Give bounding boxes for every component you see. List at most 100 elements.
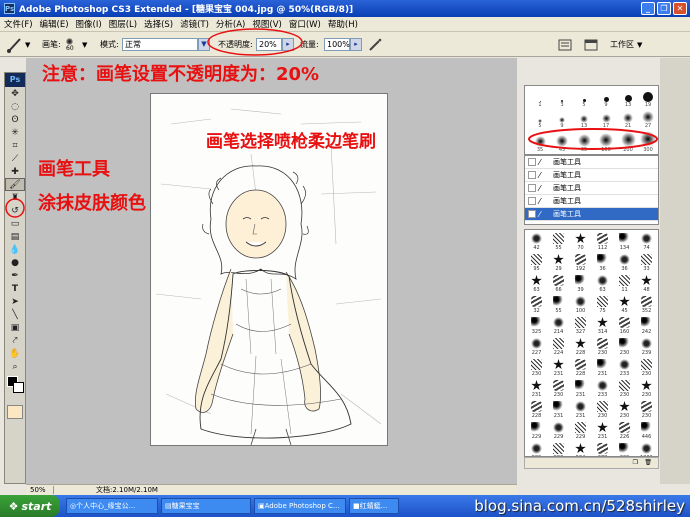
brush-grid-cell[interactable]: 583: [549, 442, 568, 456]
zoom-tool-icon[interactable]: ⌕: [5, 360, 25, 373]
brush-grid-cell[interactable]: 29: [549, 253, 568, 272]
preset-item[interactable]: ⁄ 画笔工具: [525, 169, 658, 182]
brush-tip-soft-5[interactable]: 5: [530, 109, 550, 129]
brush-grid-cell[interactable]: 233: [615, 358, 634, 377]
brush-grid-cell[interactable]: 231: [549, 358, 568, 377]
brush-grid-cell[interactable]: 228: [527, 400, 546, 419]
taskbar-item-browser[interactable]: ◎ 个人中心_缘宝公...: [66, 498, 158, 514]
notes-icon[interactable]: ▣: [5, 321, 25, 334]
brush-grid-cell[interactable]: 70: [571, 232, 590, 251]
move-tool-icon[interactable]: ✥: [5, 87, 25, 100]
brush-grid-cell[interactable]: 589: [527, 442, 546, 456]
background-color[interactable]: [13, 382, 24, 393]
quick-mask-swatch[interactable]: [7, 405, 23, 419]
brush-grid-cell[interactable]: 230: [615, 337, 634, 356]
lasso-tool-icon[interactable]: ʘ: [5, 113, 25, 126]
brush-grid-cell[interactable]: 231: [571, 379, 590, 398]
brush-grid-cell[interactable]: 48: [637, 274, 656, 293]
brush-tool-icon[interactable]: 🖌: [5, 178, 25, 191]
brush-grid-cell[interactable]: 678: [593, 442, 612, 456]
brush-tip-13[interactable]: 13: [618, 88, 638, 108]
color-swatches[interactable]: [5, 373, 25, 403]
brush-grid-cell[interactable]: 231: [593, 358, 612, 377]
brush-tip-1[interactable]: 1: [530, 88, 550, 108]
brush-tip-3[interactable]: 3: [552, 88, 572, 108]
type-tool-icon[interactable]: T: [5, 282, 25, 295]
brush-grid-cell[interactable]: 226: [615, 421, 634, 440]
brush-tip-soft-27[interactable]: 27: [638, 109, 658, 129]
brush-tip-9[interactable]: 9: [596, 88, 616, 108]
magic-wand-icon[interactable]: ✳: [5, 126, 25, 139]
preset-item-selected[interactable]: ⁄ 画笔工具: [525, 208, 658, 221]
brush-grid-cell[interactable]: 39: [571, 274, 590, 293]
mode-select[interactable]: 正常: [122, 38, 198, 51]
minimize-icon[interactable]: _: [641, 2, 655, 15]
brush-grid-cell[interactable]: 112: [593, 232, 612, 251]
brush-grid-cell[interactable]: 36: [593, 253, 612, 272]
slice-tool-icon[interactable]: ⟋: [5, 152, 25, 165]
brush-tip-soft-21[interactable]: 21: [618, 109, 638, 129]
tool-preset-picker[interactable]: ▼: [5, 32, 30, 57]
brush-grid-cell[interactable]: 327: [571, 316, 590, 335]
brush-grid-cell[interactable]: 231: [593, 421, 612, 440]
brush-grid-cell[interactable]: 42: [527, 232, 546, 251]
brush-grid-cell[interactable]: 32: [527, 295, 546, 314]
zoom-level[interactable]: 50%: [26, 486, 54, 494]
brush-grid-cell[interactable]: 229: [549, 421, 568, 440]
menu-edit[interactable]: 编辑(E): [40, 18, 69, 30]
start-button[interactable]: ❖ start: [0, 495, 60, 517]
dodge-icon[interactable]: ●: [5, 256, 25, 269]
brush-grid-cell[interactable]: 229: [527, 421, 546, 440]
brush-tip-soft-9[interactable]: 9: [552, 109, 572, 129]
brush-grid-cell[interactable]: 352: [637, 295, 656, 314]
brush-grid-cell[interactable]: 55: [549, 232, 568, 251]
brush-grid-cell[interactable]: 446: [637, 421, 656, 440]
hand-tool-icon[interactable]: ✋: [5, 347, 25, 360]
pen-tool-icon[interactable]: ✒: [5, 269, 25, 282]
brush-grid-cell[interactable]: 231: [571, 400, 590, 419]
new-preset-icon[interactable]: ❒: [633, 459, 638, 466]
brush-grid-cell[interactable]: 230: [637, 379, 656, 398]
preset-item[interactable]: ⁄ 画笔工具: [525, 182, 658, 195]
brush-grid-cell[interactable]: 239: [637, 337, 656, 356]
brush-tip-19[interactable]: 19: [638, 88, 658, 108]
flow-slider-icon[interactable]: ▸: [350, 38, 362, 51]
brush-grid-cell[interactable]: 231: [549, 400, 568, 419]
marquee-tool-icon[interactable]: ◌: [5, 100, 25, 113]
taskbar-item-photoshop[interactable]: ▣ Adobe Photoshop C...: [254, 498, 346, 514]
brush-grid-cell[interactable]: 314: [593, 316, 612, 335]
brush-grid-cell[interactable]: 230: [615, 400, 634, 419]
menu-select[interactable]: 选择(S): [144, 18, 173, 30]
brush-grid-cell[interactable]: 74: [637, 232, 656, 251]
brush-grid-cell[interactable]: 36: [615, 253, 634, 272]
brush-tip-soft-17[interactable]: 17: [596, 109, 616, 129]
brush-tip-soft-13[interactable]: 13: [574, 109, 594, 129]
brush-grid-cell[interactable]: 230: [593, 337, 612, 356]
close-icon[interactable]: ✕: [673, 2, 687, 15]
brush-size-picker[interactable]: 60: [66, 32, 74, 57]
brush-grid-cell[interactable]: 230: [549, 379, 568, 398]
crop-tool-icon[interactable]: ⌗: [5, 139, 25, 152]
eyedropper-icon[interactable]: ⤤: [5, 334, 25, 347]
brush-grid-cell[interactable]: 45: [615, 295, 634, 314]
menu-help[interactable]: 帮助(H): [328, 18, 358, 30]
brush-grid-cell[interactable]: 1200: [637, 442, 656, 456]
brush-grid-cell[interactable]: 224: [549, 337, 568, 356]
flow-field[interactable]: 100%: [324, 38, 350, 51]
brush-grid-cell[interactable]: 192: [571, 253, 590, 272]
brush-grid-cell[interactable]: 339: [615, 442, 634, 456]
healing-brush-icon[interactable]: ✚: [5, 165, 25, 178]
brush-grid-cell[interactable]: 227: [527, 337, 546, 356]
screen-mode-button[interactable]: [584, 32, 598, 57]
brush-grid-cell[interactable]: 325: [527, 316, 546, 335]
path-select-icon[interactable]: ➤: [5, 295, 25, 308]
brush-grid-cell[interactable]: 75: [593, 295, 612, 314]
preset-item[interactable]: ⁄ 画笔工具: [525, 156, 658, 169]
brush-grid-cell[interactable]: 214: [549, 316, 568, 335]
brush-grid-cell[interactable]: 242: [637, 316, 656, 335]
palette-well-button[interactable]: [558, 32, 572, 57]
brush-grid-cell[interactable]: 229: [571, 421, 590, 440]
brush-grid-cell[interactable]: 100: [571, 295, 590, 314]
restore-icon[interactable]: ❐: [657, 2, 671, 15]
document-window[interactable]: [26, 58, 517, 484]
